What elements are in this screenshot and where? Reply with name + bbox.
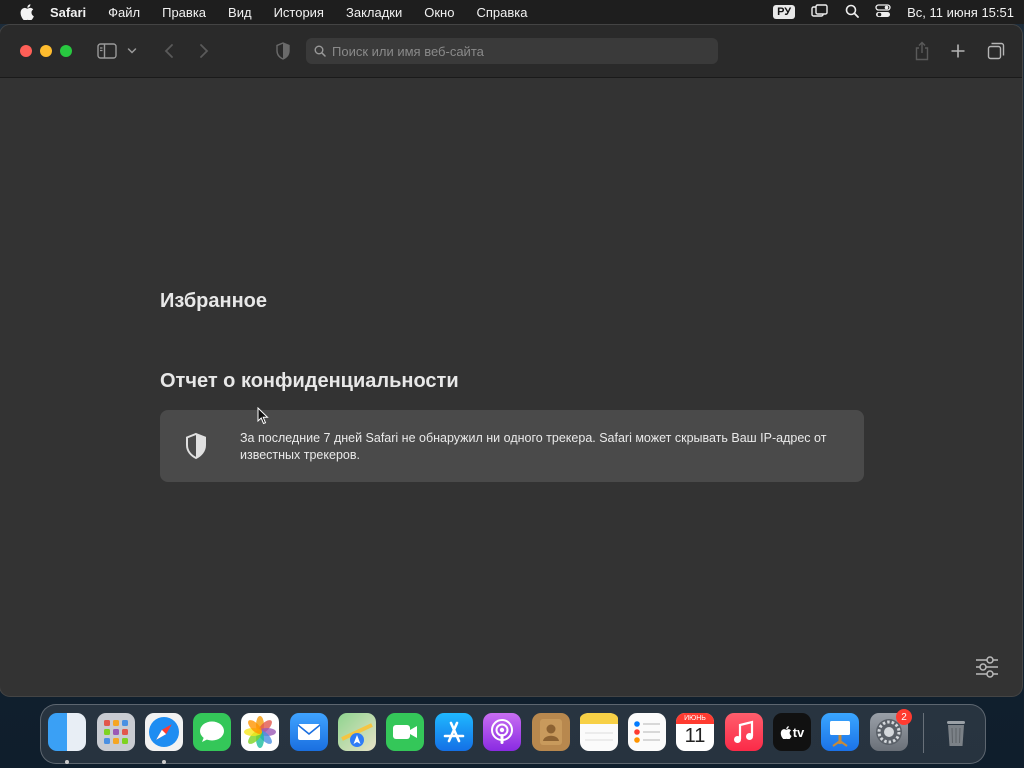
mail-icon[interactable] [290, 713, 328, 751]
address-bar[interactable] [306, 38, 718, 64]
favorites-heading: Избранное [160, 290, 268, 312]
minimize-window-button[interactable] [40, 45, 52, 57]
close-window-button[interactable] [20, 45, 32, 57]
dock-separator [923, 713, 924, 753]
mouse-cursor-icon [257, 407, 269, 425]
new-tab-icon[interactable] [948, 41, 968, 61]
music-icon[interactable] [725, 713, 763, 751]
menu-app-name[interactable]: Safari [50, 5, 86, 20]
screen-mirroring-icon[interactable] [811, 3, 829, 21]
menu-window[interactable]: Окно [424, 5, 454, 20]
settings-notification-badge: 2 [896, 709, 912, 725]
menubar-clock[interactable]: Вс, 11 июня 15:51 [907, 5, 1014, 20]
calendar-month-label: ИЮНЬ [684, 715, 706, 722]
share-icon[interactable] [912, 41, 932, 61]
menu-history[interactable]: История [274, 5, 324, 20]
zoom-window-button[interactable] [60, 45, 72, 57]
finder-icon[interactable] [48, 713, 86, 751]
finder-running-indicator [65, 760, 69, 764]
tab-overview-icon[interactable] [986, 41, 1006, 61]
safari-app-icon[interactable] [145, 713, 183, 751]
apple-menu-icon[interactable] [18, 3, 36, 21]
maps-icon[interactable] [338, 713, 376, 751]
facetime-icon[interactable] [386, 713, 424, 751]
menu-bar: Safari Файл Правка Вид История Закладки … [0, 0, 1024, 24]
menu-file[interactable]: Файл [108, 5, 140, 20]
calendar-icon[interactable]: ИЮНЬ 11 [676, 713, 714, 751]
search-input[interactable] [330, 42, 714, 60]
tv-icon[interactable]: tv [773, 713, 811, 751]
keynote-icon[interactable] [821, 713, 859, 751]
menu-edit[interactable]: Правка [162, 5, 206, 20]
forward-button-icon[interactable] [194, 41, 214, 61]
menu-view[interactable]: Вид [228, 5, 252, 20]
input-language-badge[interactable]: РУ [773, 5, 796, 19]
calendar-day-label: 11 [684, 725, 706, 747]
control-center-icon[interactable] [875, 3, 891, 21]
menu-bookmarks[interactable]: Закладки [346, 5, 402, 20]
podcasts-icon[interactable] [483, 713, 521, 751]
notes-icon[interactable] [580, 713, 618, 751]
start-page-settings-icon[interactable] [974, 654, 1000, 680]
menu-help[interactable]: Справка [476, 5, 527, 20]
tv-icon-label: tv [792, 724, 805, 740]
launchpad-icon[interactable] [97, 713, 135, 751]
contacts-icon[interactable] [532, 713, 570, 751]
dock: ИЮНЬ 11 tv 2 [40, 704, 986, 764]
safari-running-indicator [162, 760, 166, 764]
app-store-icon[interactable] [435, 713, 473, 751]
sidebar-toggle-icon[interactable] [97, 41, 117, 61]
privacy-report-text: За последние 7 дней Safari не обнаружил … [240, 431, 827, 462]
start-page: Избранное Отчет о конфиденциальности За … [0, 78, 1022, 696]
search-icon [314, 45, 326, 57]
back-button-icon[interactable] [159, 41, 179, 61]
privacy-report-heading: Отчет о конфиденциальности [160, 370, 459, 392]
trash-icon[interactable] [937, 713, 975, 751]
safari-window: Избранное Отчет о конфиденциальности За … [0, 25, 1022, 696]
safari-toolbar [0, 25, 1022, 78]
privacy-shield-icon[interactable] [273, 41, 293, 61]
reminders-icon[interactable] [628, 713, 666, 751]
spotlight-search-icon[interactable] [845, 4, 860, 21]
messages-icon[interactable] [193, 713, 231, 751]
chevron-down-icon[interactable] [125, 41, 139, 61]
photos-icon[interactable] [241, 713, 279, 751]
shield-icon [186, 432, 206, 460]
